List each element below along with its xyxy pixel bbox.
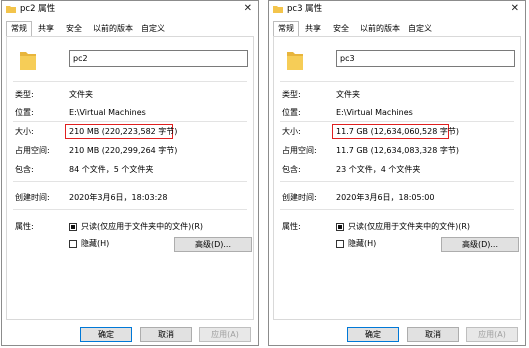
divider (13, 121, 247, 122)
apply-button[interactable]: 应用(A) (199, 327, 251, 342)
tab-bar: 常规 共享 安全 以前的版本 自定义 (273, 21, 521, 36)
tab-customize[interactable]: 自定义 (405, 22, 435, 36)
folder-icon (273, 6, 283, 13)
type-label: 类型: (282, 90, 301, 99)
contains-value: 84 个文件，5 个文件夹 (69, 165, 154, 174)
divider (280, 121, 514, 122)
hidden-checkbox-label: 隐藏(H) (348, 239, 377, 248)
tab-sharing[interactable]: 共享 (301, 22, 325, 36)
type-label: 类型: (15, 90, 34, 99)
tab-previous-versions[interactable]: 以前的版本 (359, 22, 401, 36)
apply-button[interactable]: 应用(A) (466, 327, 518, 342)
created-label: 创建时间: (282, 193, 317, 202)
created-label: 创建时间: (15, 193, 50, 202)
general-panel: pc2 类型: 文件夹 位置: E:\Virtual Machines 大小: … (6, 36, 254, 320)
created-value: 2020年3月6日，18:03:28 (69, 193, 168, 202)
ok-button[interactable]: 确定 (347, 327, 399, 342)
divider (280, 181, 514, 182)
attributes-label: 属性: (282, 222, 301, 231)
location-label: 位置: (15, 108, 34, 117)
contains-value: 23 个文件，4 个文件夹 (336, 165, 421, 174)
window-title: pc3 属性 (287, 4, 323, 14)
divider (13, 209, 247, 210)
contains-label: 包含: (15, 165, 34, 174)
tab-customize[interactable]: 自定义 (138, 22, 168, 36)
size-value: 210 MB (220,223,582 字节) (69, 127, 178, 136)
disk-size-value: 210 MB (220,299,264 字节) (69, 146, 178, 155)
cancel-button[interactable]: 取消 (140, 327, 192, 342)
tab-sharing[interactable]: 共享 (34, 22, 58, 36)
readonly-checkbox-label: 只读(仅应用于文件夹中的文件)(R) (81, 222, 204, 231)
created-value: 2020年3月6日，18:05:00 (336, 193, 435, 202)
size-value: 11.7 GB (12,634,060,528 字节) (336, 127, 459, 136)
divider (13, 81, 247, 82)
size-label: 大小: (282, 127, 301, 136)
disk-size-label: 占用空间: (15, 146, 50, 155)
location-label: 位置: (282, 108, 301, 117)
folder-name-field[interactable]: pc3 (336, 50, 515, 67)
general-panel: pc3 类型: 文件夹 位置: E:\Virtual Machines 大小: … (273, 36, 521, 320)
tab-general[interactable]: 常规 (6, 21, 32, 36)
attributes-label: 属性: (15, 222, 34, 231)
hidden-checkbox-label: 隐藏(H) (81, 239, 110, 248)
divider (280, 209, 514, 210)
folder-icon (20, 52, 36, 70)
divider (280, 81, 514, 82)
type-value: 文件夹 (69, 90, 93, 99)
advanced-button[interactable]: 高级(D)... (174, 237, 252, 252)
contains-label: 包含: (282, 165, 301, 174)
tab-previous-versions[interactable]: 以前的版本 (92, 22, 134, 36)
tab-security[interactable]: 安全 (329, 22, 353, 36)
properties-window-pc2: pc2 属性 ✕ 常规 共享 安全 以前的版本 自定义 pc2 类型: 文件夹 … (1, 0, 259, 346)
readonly-checkbox-label: 只读(仅应用于文件夹中的文件)(R) (348, 222, 471, 231)
advanced-button[interactable]: 高级(D)... (441, 237, 519, 252)
disk-size-value: 11.7 GB (12,634,083,328 字节) (336, 146, 459, 155)
close-icon[interactable]: ✕ (511, 3, 519, 15)
cancel-button[interactable]: 取消 (407, 327, 459, 342)
readonly-checkbox[interactable] (69, 223, 77, 231)
properties-window-pc3: pc3 属性 ✕ 常规 共享 安全 以前的版本 自定义 pc3 类型: 文件夹 … (268, 0, 526, 346)
hidden-checkbox[interactable] (336, 240, 344, 248)
title-bar[interactable]: pc2 属性 ✕ (2, 1, 258, 18)
folder-icon (6, 6, 16, 13)
size-label: 大小: (15, 127, 34, 136)
type-value: 文件夹 (336, 90, 360, 99)
close-icon[interactable]: ✕ (244, 3, 252, 15)
disk-size-label: 占用空间: (282, 146, 317, 155)
window-title: pc2 属性 (20, 4, 56, 14)
readonly-checkbox[interactable] (336, 223, 344, 231)
tab-bar: 常规 共享 安全 以前的版本 自定义 (6, 21, 254, 36)
ok-button[interactable]: 确定 (80, 327, 132, 342)
divider (13, 181, 247, 182)
location-value: E:\Virtual Machines (69, 108, 146, 117)
location-value: E:\Virtual Machines (336, 108, 413, 117)
folder-icon (287, 52, 303, 70)
title-bar[interactable]: pc3 属性 ✕ (269, 1, 525, 18)
tab-general[interactable]: 常规 (273, 21, 299, 36)
folder-name-field[interactable]: pc2 (69, 50, 248, 67)
hidden-checkbox[interactable] (69, 240, 77, 248)
tab-security[interactable]: 安全 (62, 22, 86, 36)
